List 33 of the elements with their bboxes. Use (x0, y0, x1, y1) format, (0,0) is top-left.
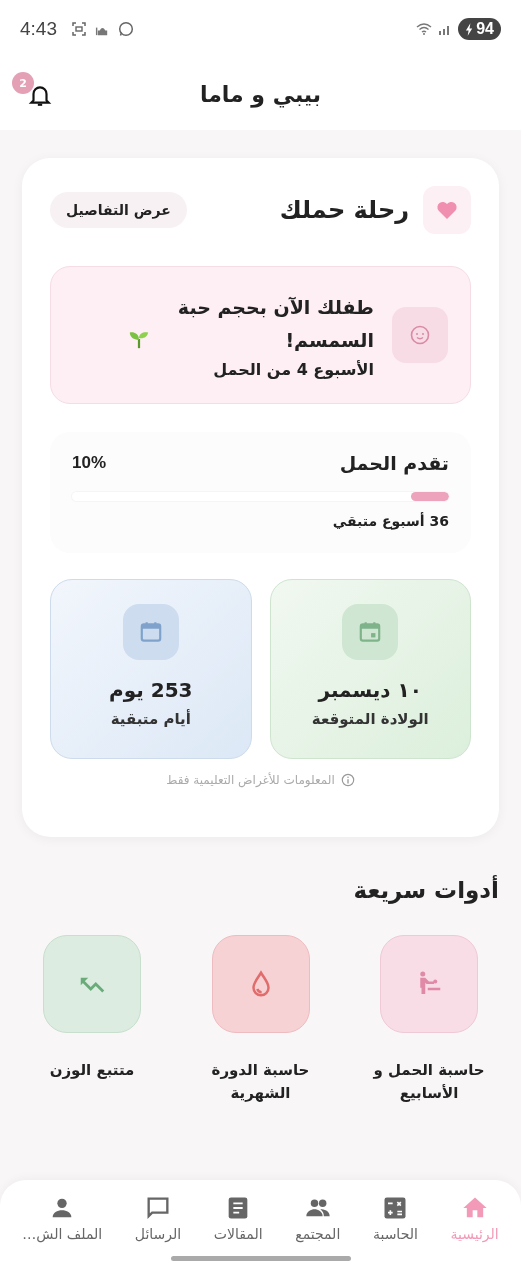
progress-percent: 10% (72, 452, 107, 473)
app-title: بيبي و ماما (199, 81, 322, 107)
tool-label: حاسبة الحمل و الأسابيع (372, 1059, 486, 1104)
baby-size-text: طفلك الآن بحجم حبة السمسم! (176, 295, 374, 354)
nav-tab[interactable]: المقالات (209, 1194, 267, 1242)
stat-value: ١٠ ديسمبر (318, 677, 422, 702)
nav-tab[interactable]: الملف الش… (18, 1194, 107, 1242)
notification-badge: 2 (12, 72, 34, 94)
wifi-icon (416, 23, 433, 35)
tool-label: متتبع الوزن (48, 1059, 136, 1081)
disclaimer-text: المعلومات للأغراض التعليمية فقط (166, 772, 335, 787)
section-title: أدوات سريعة (352, 876, 499, 903)
nav-tab[interactable]: الحاسبة (368, 1194, 422, 1242)
screenshot-icon (71, 21, 87, 37)
stat-label: الولادة المتوقعة (311, 709, 429, 728)
pregnancy-week: الأسبوع 4 من الحمل (212, 359, 374, 379)
details-button[interactable]: عرض التفاصيل (50, 192, 187, 228)
weeks-remaining: 36 أسبوع متبقي (331, 512, 449, 529)
baby-face-icon (392, 306, 448, 363)
tool-tile[interactable] (211, 934, 310, 1033)
stat-value: 253 يوم (109, 677, 193, 702)
tool-tile[interactable] (380, 934, 478, 1033)
info-icon (340, 772, 355, 787)
card-title: رحلة حملك (278, 196, 409, 224)
stat-label: أيام متبقية (110, 709, 191, 728)
nav-tab[interactable]: الرسائل (130, 1194, 186, 1242)
nav-tab[interactable]: المجتمع (291, 1194, 345, 1242)
tool-label: حاسبة الدورة الشهرية (210, 1059, 311, 1104)
battery-indicator: 94 (458, 18, 501, 40)
clock-time: 4:43 (20, 18, 57, 40)
progress-title: تقدم الحمل (339, 451, 449, 474)
tool-tile[interactable] (43, 934, 141, 1033)
chat-bubble-icon (118, 21, 134, 37)
